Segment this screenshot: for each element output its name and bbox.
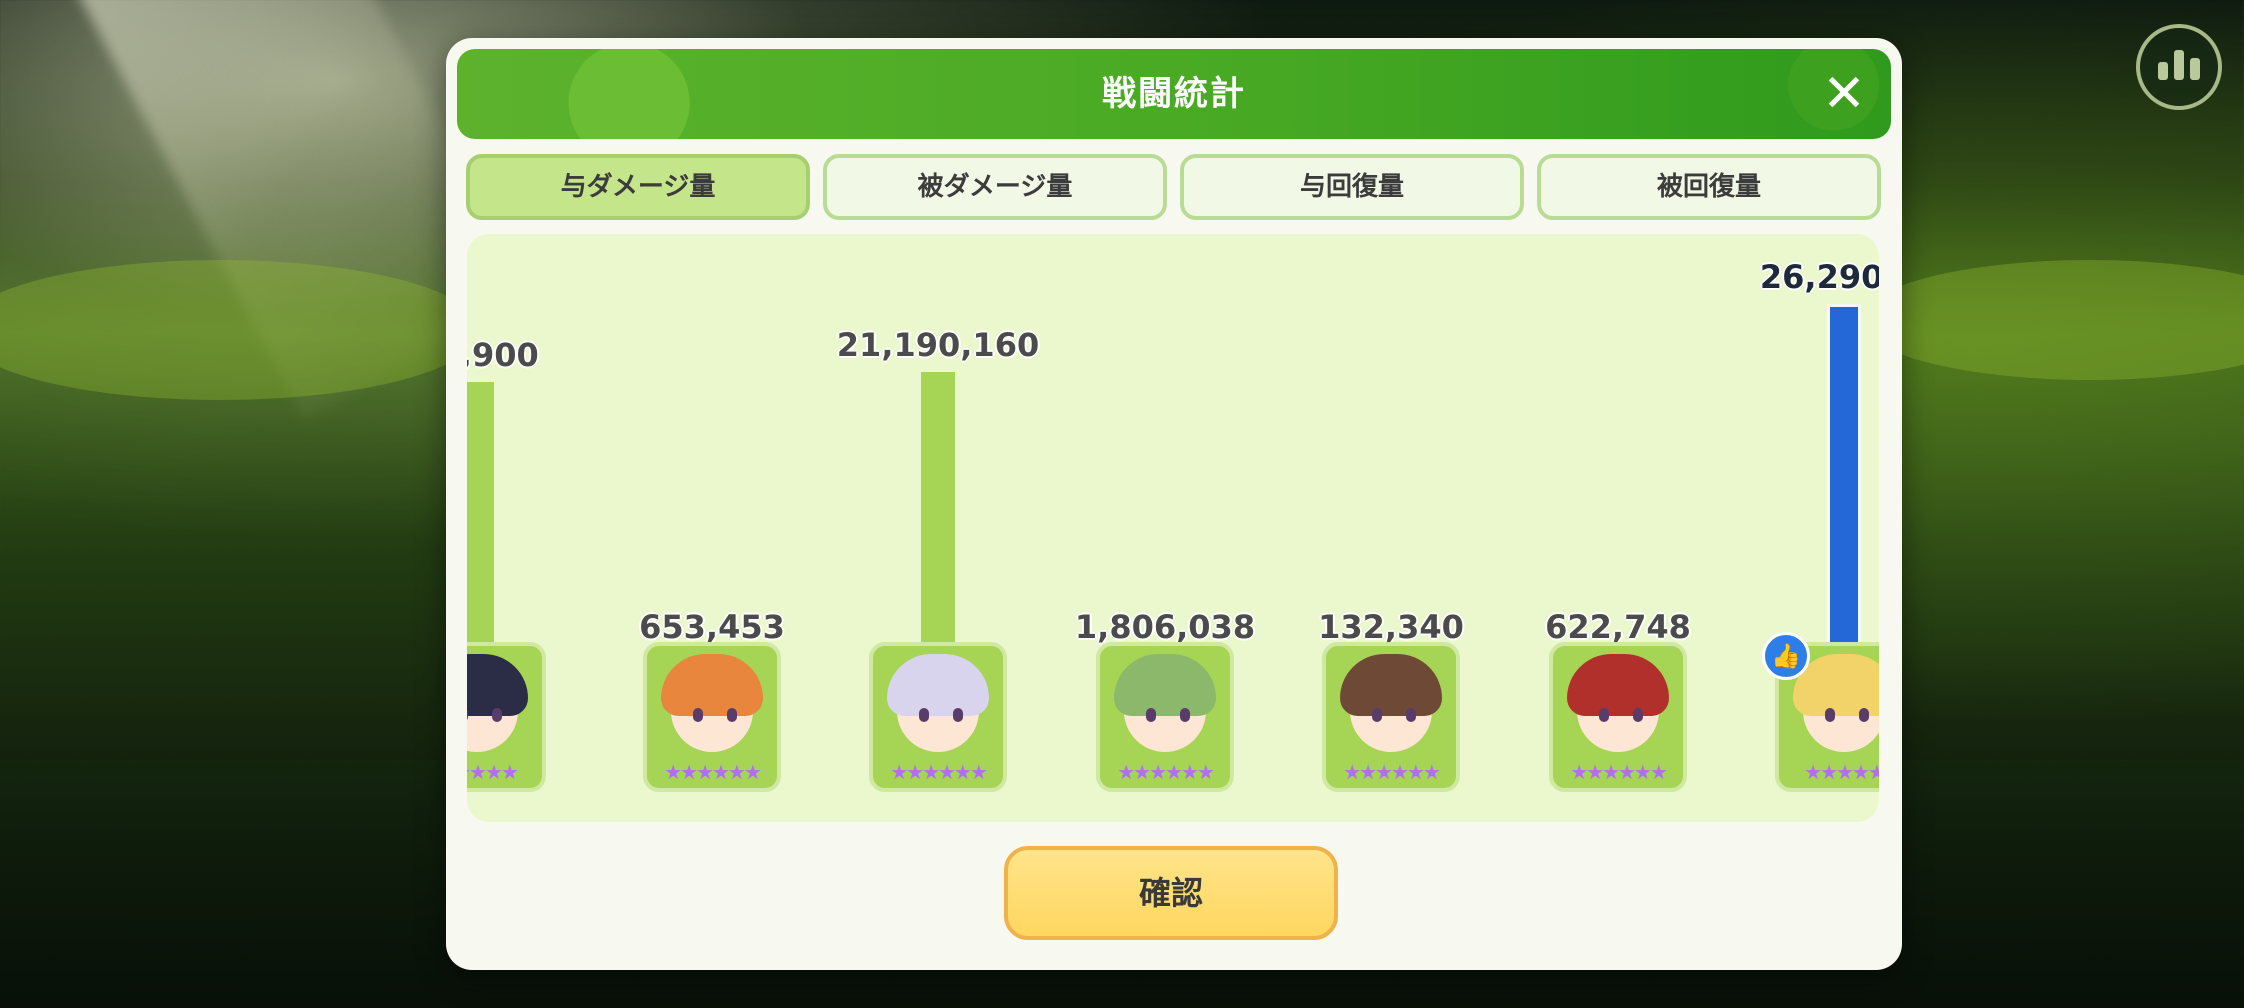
character-hair (887, 654, 989, 716)
thumbs-up-icon: 👍 (1762, 632, 1810, 680)
chart-bar (921, 372, 955, 654)
chart-value-label: 132,340 (1318, 608, 1464, 646)
chart-bar (1827, 304, 1861, 654)
tab-damage-dealt[interactable]: 与ダメージ量 (466, 154, 810, 220)
character-hair (1114, 654, 1216, 716)
character-portrait[interactable]: ★★★★★★ (869, 642, 1007, 792)
character-eye (693, 708, 703, 722)
star-rating: ★★★★★ (467, 760, 519, 784)
character-portrait[interactable]: ★★★★★★ (1096, 642, 1234, 792)
star-rating: ★★★★★★ (1117, 760, 1215, 784)
character-eye (1372, 708, 1382, 722)
character-hair (1567, 654, 1669, 716)
battle-stats-dialog: 戦闘統計 ✕ 与ダメージ量 被ダメージ量 与回復量 被回復量 03,900 ★★★… (446, 38, 1902, 970)
chart-value-label: 26,290, (1759, 258, 1879, 296)
character-eye (492, 708, 502, 722)
background-hill (0, 260, 480, 400)
damage-chart[interactable]: 03,900★★★★★653,453★★★★★★21,190,160★★★★★★… (467, 234, 1879, 822)
tab-healing-received[interactable]: 被回復量 (1537, 154, 1881, 220)
chart-bar (467, 382, 494, 654)
star-rating: ★★★★★★ (1343, 760, 1441, 784)
star-rating: ★★★★★★ (664, 760, 762, 784)
character-hair (661, 654, 763, 716)
character-eye (1180, 708, 1190, 722)
character-portrait[interactable]: ★★★★★★ (1322, 642, 1460, 792)
character-eye (1146, 708, 1156, 722)
character-hair (467, 654, 528, 716)
tab-damage-taken[interactable]: 被ダメージ量 (823, 154, 1167, 220)
character-portrait[interactable]: ★★★★★★ (643, 642, 781, 792)
character-eye (1633, 708, 1643, 722)
character-eye (1825, 708, 1835, 722)
chart-value-label: 1,806,038 (1074, 608, 1256, 646)
character-eye (919, 708, 929, 722)
star-rating: ★★★★★★ (890, 760, 988, 784)
character-eye (727, 708, 737, 722)
character-eye (1599, 708, 1609, 722)
star-rating: ★★★★★★ (1570, 760, 1668, 784)
dialog-header: 戦闘統計 ✕ (457, 49, 1891, 139)
chart-value-label: 653,453 (639, 608, 785, 646)
character-eye (953, 708, 963, 722)
character-portrait[interactable]: ★★★★★★ (1549, 642, 1687, 792)
background-hill (1860, 260, 2244, 380)
character-eye (1406, 708, 1416, 722)
star-rating: ★★★★★ (1804, 760, 1879, 784)
dialog-title: 戦闘統計 (1102, 74, 1246, 114)
chart-value-label: 03,900 (467, 336, 539, 374)
bar-chart-icon[interactable] (2136, 24, 2222, 110)
chart-value-label: 21,190,160 (836, 326, 1040, 364)
character-hair (1340, 654, 1442, 716)
character-portrait[interactable]: ★★★★★ (467, 642, 546, 792)
chart-value-label: 622,748 (1545, 608, 1691, 646)
confirm-button[interactable]: 確認 (1004, 846, 1338, 940)
tab-healing-done[interactable]: 与回復量 (1180, 154, 1524, 220)
character-eye (1859, 708, 1869, 722)
close-icon[interactable]: ✕ (1815, 65, 1873, 123)
